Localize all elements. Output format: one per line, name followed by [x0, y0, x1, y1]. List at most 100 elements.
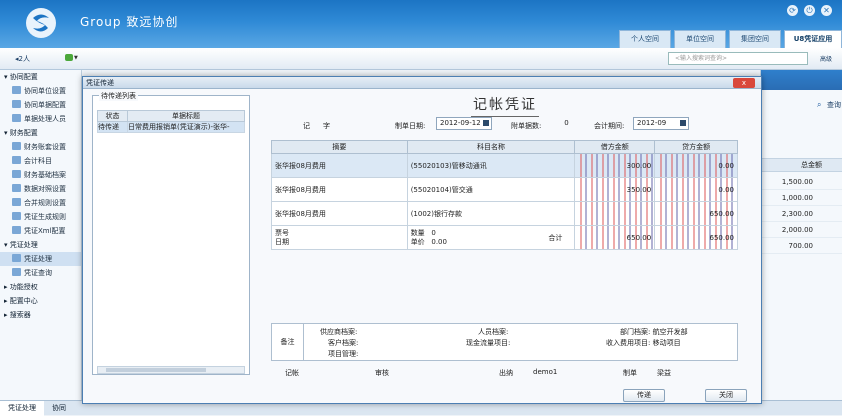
user-icon — [12, 114, 21, 122]
sidebar-group-label: 功能授权 — [9, 283, 38, 291]
supplier-archive[interactable]: 供应商档案: — [320, 327, 357, 337]
audit-label: 审核 — [375, 369, 389, 377]
sidebar-group-config[interactable]: ▸ 配置中心 — [0, 294, 81, 308]
sidebar-item[interactable]: 单据处理人员 — [0, 112, 81, 126]
cashier-label: 出纳 — [499, 369, 513, 377]
date-value: 2012-09-12 — [440, 119, 481, 127]
pending-list-panel: 待传递列表 状态 单据标题 待传递 日常费用报销单(凭证演示)-张华- — [92, 91, 250, 375]
ledger-icon — [12, 184, 21, 192]
search-icon[interactable]: ⌕ — [817, 100, 821, 110]
cell-debit[interactable]: 300.00 — [574, 153, 656, 178]
ledger-icon — [12, 198, 21, 206]
sidebar-item[interactable]: 协同单据配置 — [0, 98, 81, 112]
cell-debit[interactable]: 350.00 — [574, 177, 656, 202]
tab-collab[interactable]: 协同 — [44, 401, 74, 416]
tab-u8-voucher[interactable]: U8凭证应用 — [784, 30, 842, 48]
scrollbar-thumb[interactable] — [106, 368, 206, 372]
table-row[interactable]: 张华报08月费用 (55020103)管移动通讯 300.00 0.00 — [271, 153, 738, 178]
sidebar-group-finance[interactable]: ▾ 财务配置 — [0, 126, 81, 140]
table-row[interactable]: 待传递 日常费用报销单(凭证演示)-张华- — [97, 121, 245, 133]
refresh-icon[interactable]: ⟳ — [787, 5, 798, 16]
ledger-icon — [12, 226, 21, 234]
sidebar-group-collab[interactable]: ▾ 协同配置 — [0, 70, 81, 84]
cell-credit[interactable]: 0.00 — [654, 177, 738, 202]
cell-status[interactable]: 待传递 — [97, 121, 128, 133]
tab-personal-space[interactable]: 个人空间 — [619, 30, 671, 48]
calendar-icon[interactable] — [483, 120, 489, 126]
table-row[interactable]: 张华报08月费用 (1002)银行存款 650.00 — [271, 201, 738, 226]
cell-summary[interactable]: 张华报08月费用 — [271, 201, 408, 226]
send-button[interactable]: 传递 — [623, 389, 665, 402]
chevron-down-icon[interactable]: ▼ — [74, 55, 78, 61]
qty-value: 0 — [431, 228, 436, 237]
cell-account[interactable]: (1002)银行存款 — [406, 201, 576, 226]
sidebar-item-label: 合并规则设置 — [24, 199, 66, 207]
cashier-name: demo1 — [533, 368, 558, 376]
cashflow-item[interactable]: 现金流量项目: — [466, 338, 510, 348]
bookkeep-label: 记帐 — [285, 369, 299, 377]
close-icon[interactable]: ✕ — [821, 5, 832, 16]
online-users[interactable]: ◂2人 — [15, 54, 30, 64]
sidebar-item-label: 财务账套设置 — [24, 143, 66, 151]
project-management[interactable]: 项目管理: — [328, 349, 358, 359]
status-icon[interactable] — [65, 54, 73, 61]
cell-title[interactable]: 日常费用报销单(凭证演示)-张华- — [127, 121, 245, 133]
dialog-close-button[interactable]: x — [733, 78, 755, 88]
folder-icon — [12, 86, 21, 94]
qty-label: 数量 — [410, 228, 425, 237]
tab-unit-space[interactable]: 单位空间 — [674, 30, 726, 48]
cell-credit[interactable]: 0.00 — [654, 153, 738, 178]
sidebar-group-auth[interactable]: ▸ 功能授权 — [0, 280, 81, 294]
date-field[interactable]: 2012-09-12 — [436, 117, 492, 130]
attach-field[interactable]: 0 — [553, 117, 577, 130]
sidebar-group-voucher[interactable]: ▾ 凭证处理 — [0, 238, 81, 252]
dept-archive[interactable]: 部门档案: 航空开发部 — [620, 327, 688, 337]
close-button[interactable]: 关闭 — [705, 389, 747, 402]
sidebar-item[interactable]: 财务基础档案 — [0, 168, 81, 182]
sidebar-item[interactable]: 合并规则设置 — [0, 196, 81, 210]
ledger-icon — [12, 142, 21, 150]
sidebar-group-search[interactable]: ▸ 搜索器 — [0, 308, 81, 322]
sidebar-item-voucher-process[interactable]: 凭证处理 — [0, 252, 81, 266]
sidebar-item[interactable]: 凭证生成规则 — [0, 210, 81, 224]
cell-account[interactable]: (55020104)管交通 — [406, 177, 576, 202]
income-item[interactable]: 收入费用项目: 移动项目 — [606, 338, 681, 348]
cell-credit[interactable]: 650.00 — [654, 201, 738, 226]
power-icon[interactable]: ⏻ — [804, 5, 815, 16]
tab-group-space[interactable]: 集团空间 — [729, 30, 781, 48]
voucher-footer: 备注 供应商档案: 人员档案: 部门档案: 航空开发部 客户档案: 现金流量项目… — [271, 323, 738, 361]
sidebar-item-voucher-query[interactable]: 凭证查询 — [0, 266, 81, 280]
pending-table: 状态 单据标题 待传递 日常费用报销单(凭证演示)-张华- — [97, 110, 245, 133]
cell-summary[interactable]: 张华报08月费用 — [271, 177, 408, 202]
search-input[interactable]: <输入搜索词查询> — [668, 52, 808, 65]
brand-title: Group 致远协创 — [80, 15, 179, 29]
cell-summary[interactable]: 张华报08月费用 — [271, 153, 408, 178]
advanced-search-button[interactable]: 高级 — [820, 54, 832, 63]
sidebar-item[interactable]: 凭证Xml配置 — [0, 224, 81, 238]
sidebar-item[interactable]: 会计科目 — [0, 154, 81, 168]
sidebar-item-label: 凭证Xml配置 — [24, 227, 66, 235]
sidebar-item[interactable]: 财务账套设置 — [0, 140, 81, 154]
cell-account[interactable]: (55020103)管移动通讯 — [406, 153, 576, 178]
col-title[interactable]: 单据标题 — [127, 110, 245, 122]
period-field[interactable]: 2012-09 — [633, 117, 689, 130]
sidebar-item[interactable]: 协同单位设置 — [0, 84, 81, 98]
sidebar-group-label: 财务配置 — [9, 129, 38, 137]
person-archive[interactable]: 人员档案: — [478, 327, 508, 337]
total-label: 合计 — [548, 234, 563, 242]
total-amount-cell: 2,300.00 — [761, 206, 842, 222]
query-button[interactable]: 查询 — [827, 100, 841, 110]
horizontal-scrollbar[interactable] — [97, 366, 245, 374]
sidebar-item-label: 会计科目 — [24, 157, 52, 165]
table-row[interactable]: 张华报08月费用 (55020104)管交通 350.00 0.00 — [271, 177, 738, 202]
sidebar-item[interactable]: 数据对照设置 — [0, 182, 81, 196]
voucher-no-label: 票号 — [275, 228, 289, 237]
customer-archive[interactable]: 客户档案: — [328, 338, 358, 348]
tab-voucher-process[interactable]: 凭证处理 — [0, 401, 44, 416]
cell-debit[interactable] — [574, 201, 656, 226]
sidebar-group-label: 配置中心 — [9, 297, 38, 305]
col-status[interactable]: 状态 — [97, 110, 128, 122]
calendar-icon[interactable] — [680, 120, 686, 126]
col-summary: 摘要 — [271, 140, 408, 154]
total-amount-cell: 2,000.00 — [761, 222, 842, 238]
